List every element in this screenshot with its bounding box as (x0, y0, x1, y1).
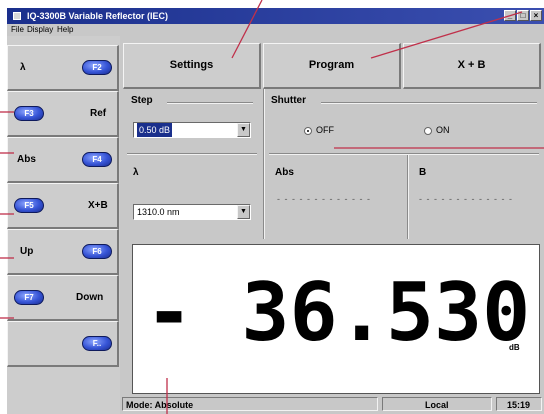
shutter-title: Shutter (271, 95, 306, 106)
f3-key[interactable]: F3 (14, 106, 44, 121)
fkey-abs-label: Abs (17, 154, 36, 165)
chevron-down-icon[interactable]: ▼ (237, 123, 250, 137)
f2-key[interactable]: F2 (82, 60, 112, 75)
app-icon (13, 12, 21, 20)
reading-unit: dB (509, 343, 520, 352)
reading-value: - 36.530 (145, 266, 531, 359)
shutter-title-line (321, 102, 537, 104)
step-value: 0.50 dB (137, 123, 173, 137)
step-title-line (167, 102, 253, 104)
fkey-down[interactable]: F7 Down (7, 275, 119, 321)
chevron-down-icon[interactable]: ▼ (237, 205, 250, 219)
function-key-panel: λ F2 F3 Ref Abs F4 F5 X+B Up F6 F7 Down … (7, 36, 120, 414)
reading-display: - 36.530 dB (132, 244, 540, 394)
b-value: - - - - - - - - - - - - - (419, 194, 513, 204)
fkey-lambda[interactable]: λ F2 (7, 45, 119, 91)
title-bar: IQ-3300B Variable Reflector (IEC) _ □ × (7, 8, 544, 24)
readout-divider (407, 155, 409, 239)
status-mode: Mode: Absolute (122, 397, 378, 411)
status-bar: Mode: Absolute Local 15:19 (120, 396, 544, 412)
window-title: IQ-3300B Variable Reflector (IEC) (27, 11, 169, 21)
maximize-button[interactable]: □ (517, 10, 529, 21)
shutter-on-label: ON (436, 125, 450, 135)
f-more-key[interactable]: F.. (82, 336, 112, 351)
fkey-xb-label: X+B (88, 200, 108, 211)
step-select[interactable]: 0.50 dB ▼ (133, 122, 251, 138)
program-button[interactable]: Program (263, 43, 401, 89)
fkey-ref-label: Ref (90, 108, 107, 119)
f5-key[interactable]: F5 (14, 198, 44, 213)
f7-key[interactable]: F7 (14, 290, 44, 305)
fkey-ref[interactable]: F3 Ref (7, 91, 119, 137)
shutter-on-radio[interactable] (424, 127, 432, 135)
close-button[interactable]: × (530, 10, 542, 21)
menu-bar: File Display Help (7, 24, 544, 36)
fkey-more[interactable]: F.. (7, 321, 119, 367)
menu-file[interactable]: File (11, 24, 24, 36)
abs-title: Abs (275, 167, 294, 178)
settings-divider (263, 89, 265, 239)
step-title: Step (131, 95, 153, 106)
minimize-button[interactable]: _ (504, 10, 516, 21)
status-control: Local (382, 397, 492, 411)
x-plus-b-button[interactable]: X + B (403, 43, 541, 89)
fkey-xb[interactable]: F5 X+B (7, 183, 119, 229)
b-title: B (419, 167, 427, 178)
status-time: 15:19 (496, 397, 542, 411)
step-lambda-divider (127, 153, 257, 155)
abs-value: - - - - - - - - - - - - - (277, 194, 371, 204)
menu-display[interactable]: Display (27, 24, 53, 36)
shutter-readout-divider (269, 153, 539, 155)
wavelength-value: 1310.0 nm (137, 207, 180, 217)
shutter-off-radio[interactable] (304, 127, 312, 135)
fkey-up-label: Up (20, 246, 34, 257)
f6-key[interactable]: F6 (82, 244, 112, 259)
settings-area: Step 0.50 dB ▼ λ 1310.0 nm ▼ Shutter OFF… (123, 89, 544, 239)
settings-button[interactable]: Settings (123, 43, 261, 89)
fkey-down-label: Down (76, 292, 104, 303)
fkey-up[interactable]: Up F6 (7, 229, 119, 275)
lambda-title: λ (133, 167, 139, 178)
wavelength-select[interactable]: 1310.0 nm ▼ (133, 204, 251, 220)
shutter-off-label: OFF (316, 125, 334, 135)
f4-key[interactable]: F4 (82, 152, 112, 167)
fkey-lambda-label: λ (20, 62, 26, 73)
app-window: IQ-3300B Variable Reflector (IEC) _ □ × … (7, 8, 544, 414)
menu-help[interactable]: Help (57, 24, 73, 36)
fkey-abs[interactable]: Abs F4 (7, 137, 119, 183)
